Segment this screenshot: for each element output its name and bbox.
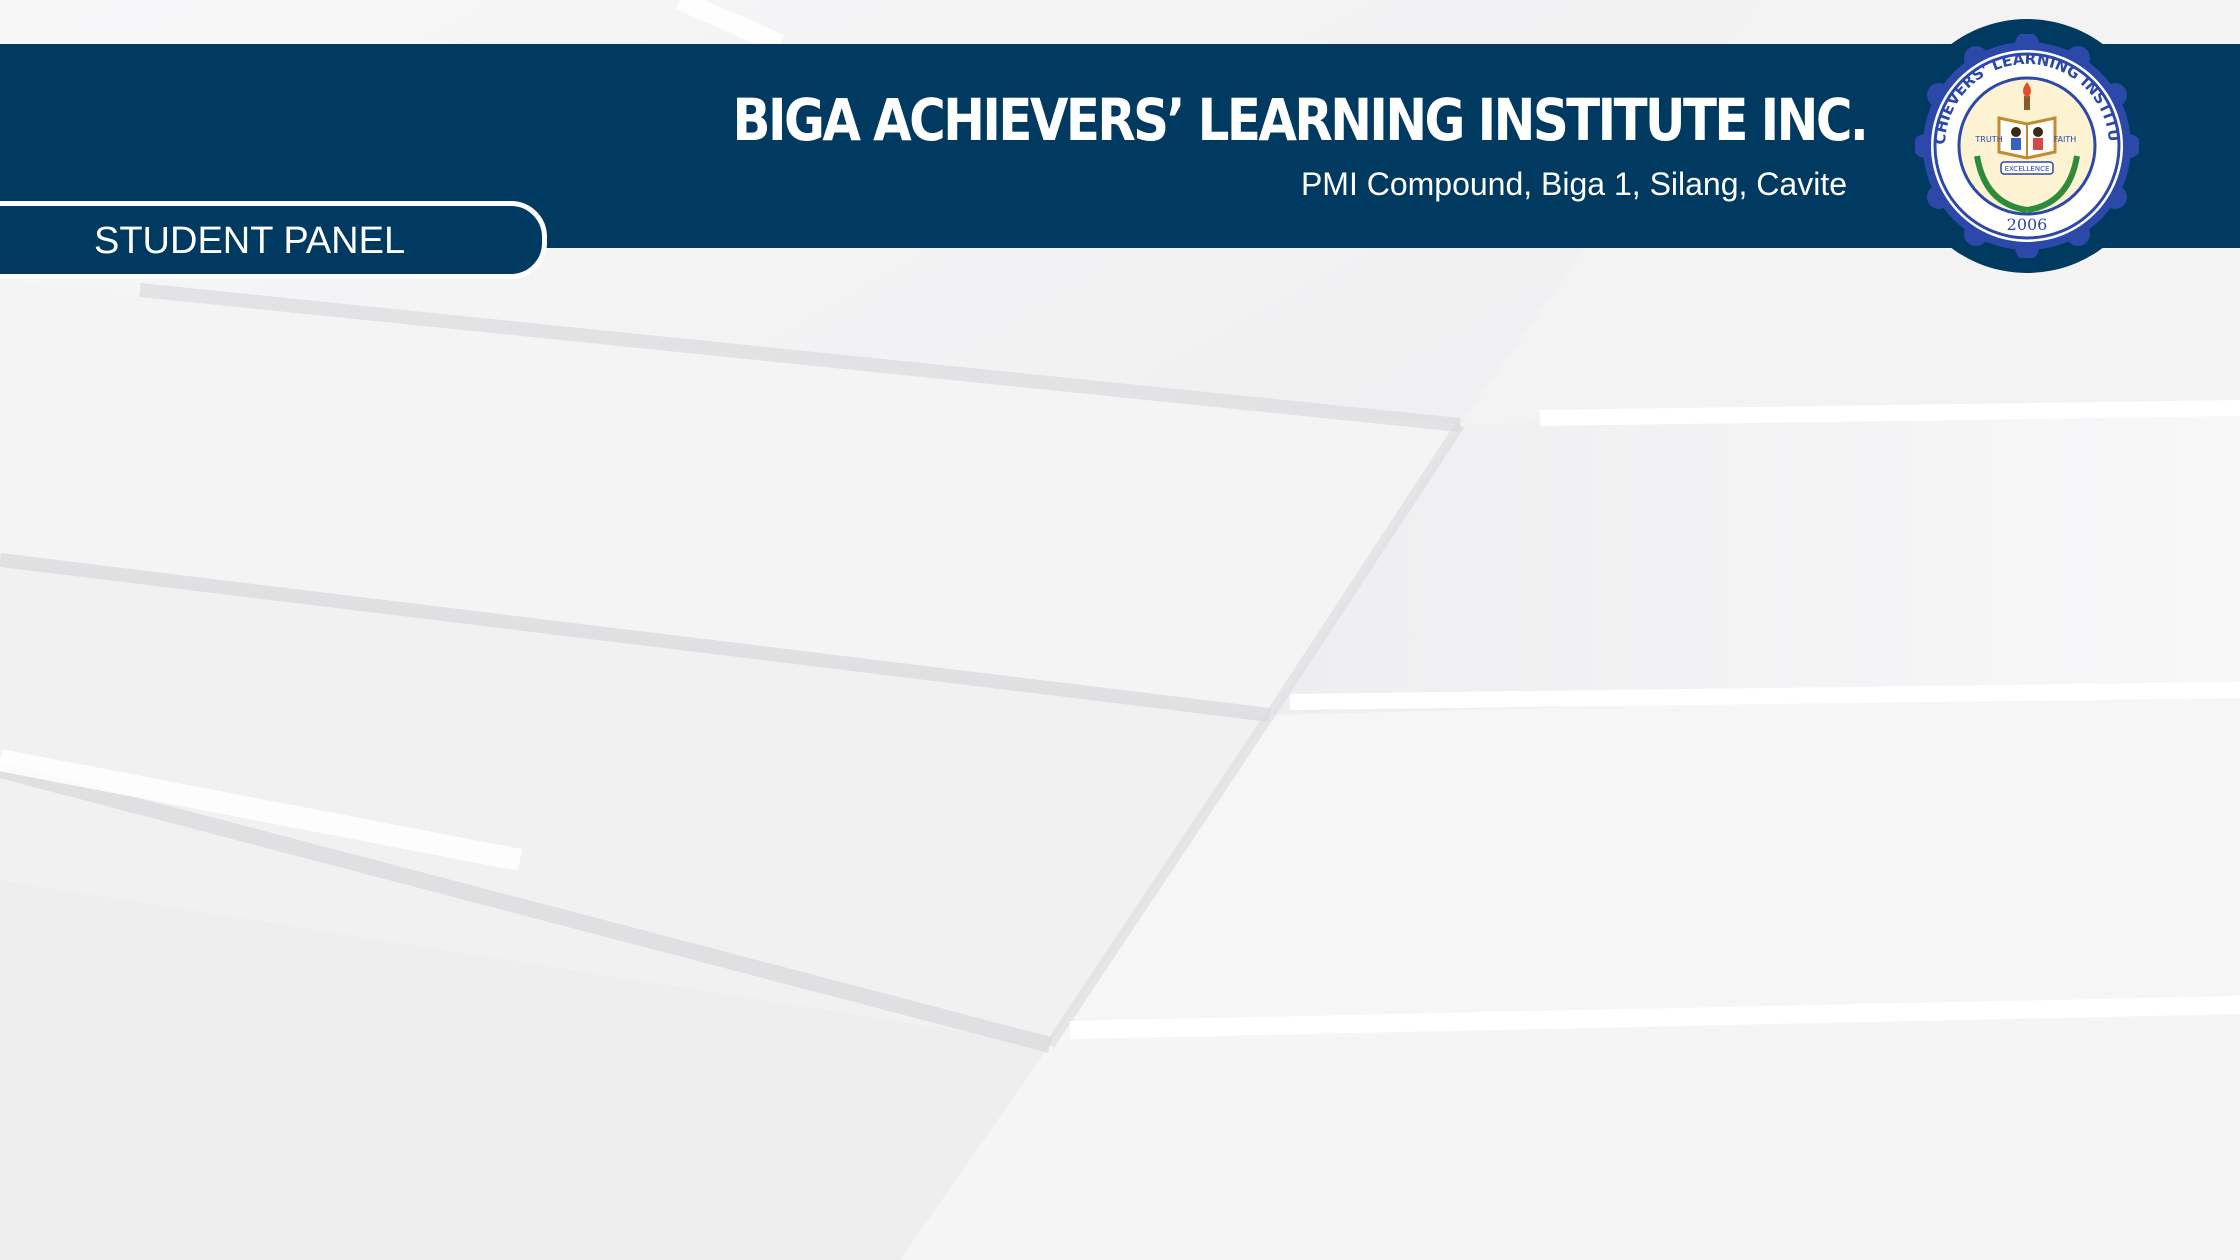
school-seal-container: BIGA ACHIEVERS' LEARNING INSTITUTE INC. … <box>1900 19 2154 273</box>
seal-letters-right: FAITH <box>2054 135 2077 144</box>
seal-letters-left: TRUTH <box>1974 135 2002 144</box>
seal-year: 2006 <box>2007 215 2048 234</box>
seal-motto: EXCELLENCE <box>2005 165 2050 173</box>
school-seal-icon: BIGA ACHIEVERS' LEARNING INSTITUTE INC. … <box>1915 34 2139 258</box>
school-name: BIGA ACHIEVERS’ LEARNING INSTITUTE INC. <box>732 86 1868 154</box>
student-panel-label: STUDENT PANEL <box>94 220 406 262</box>
school-address: PMI Compound, Biga 1, Silang, Cavite <box>1300 166 1847 202</box>
